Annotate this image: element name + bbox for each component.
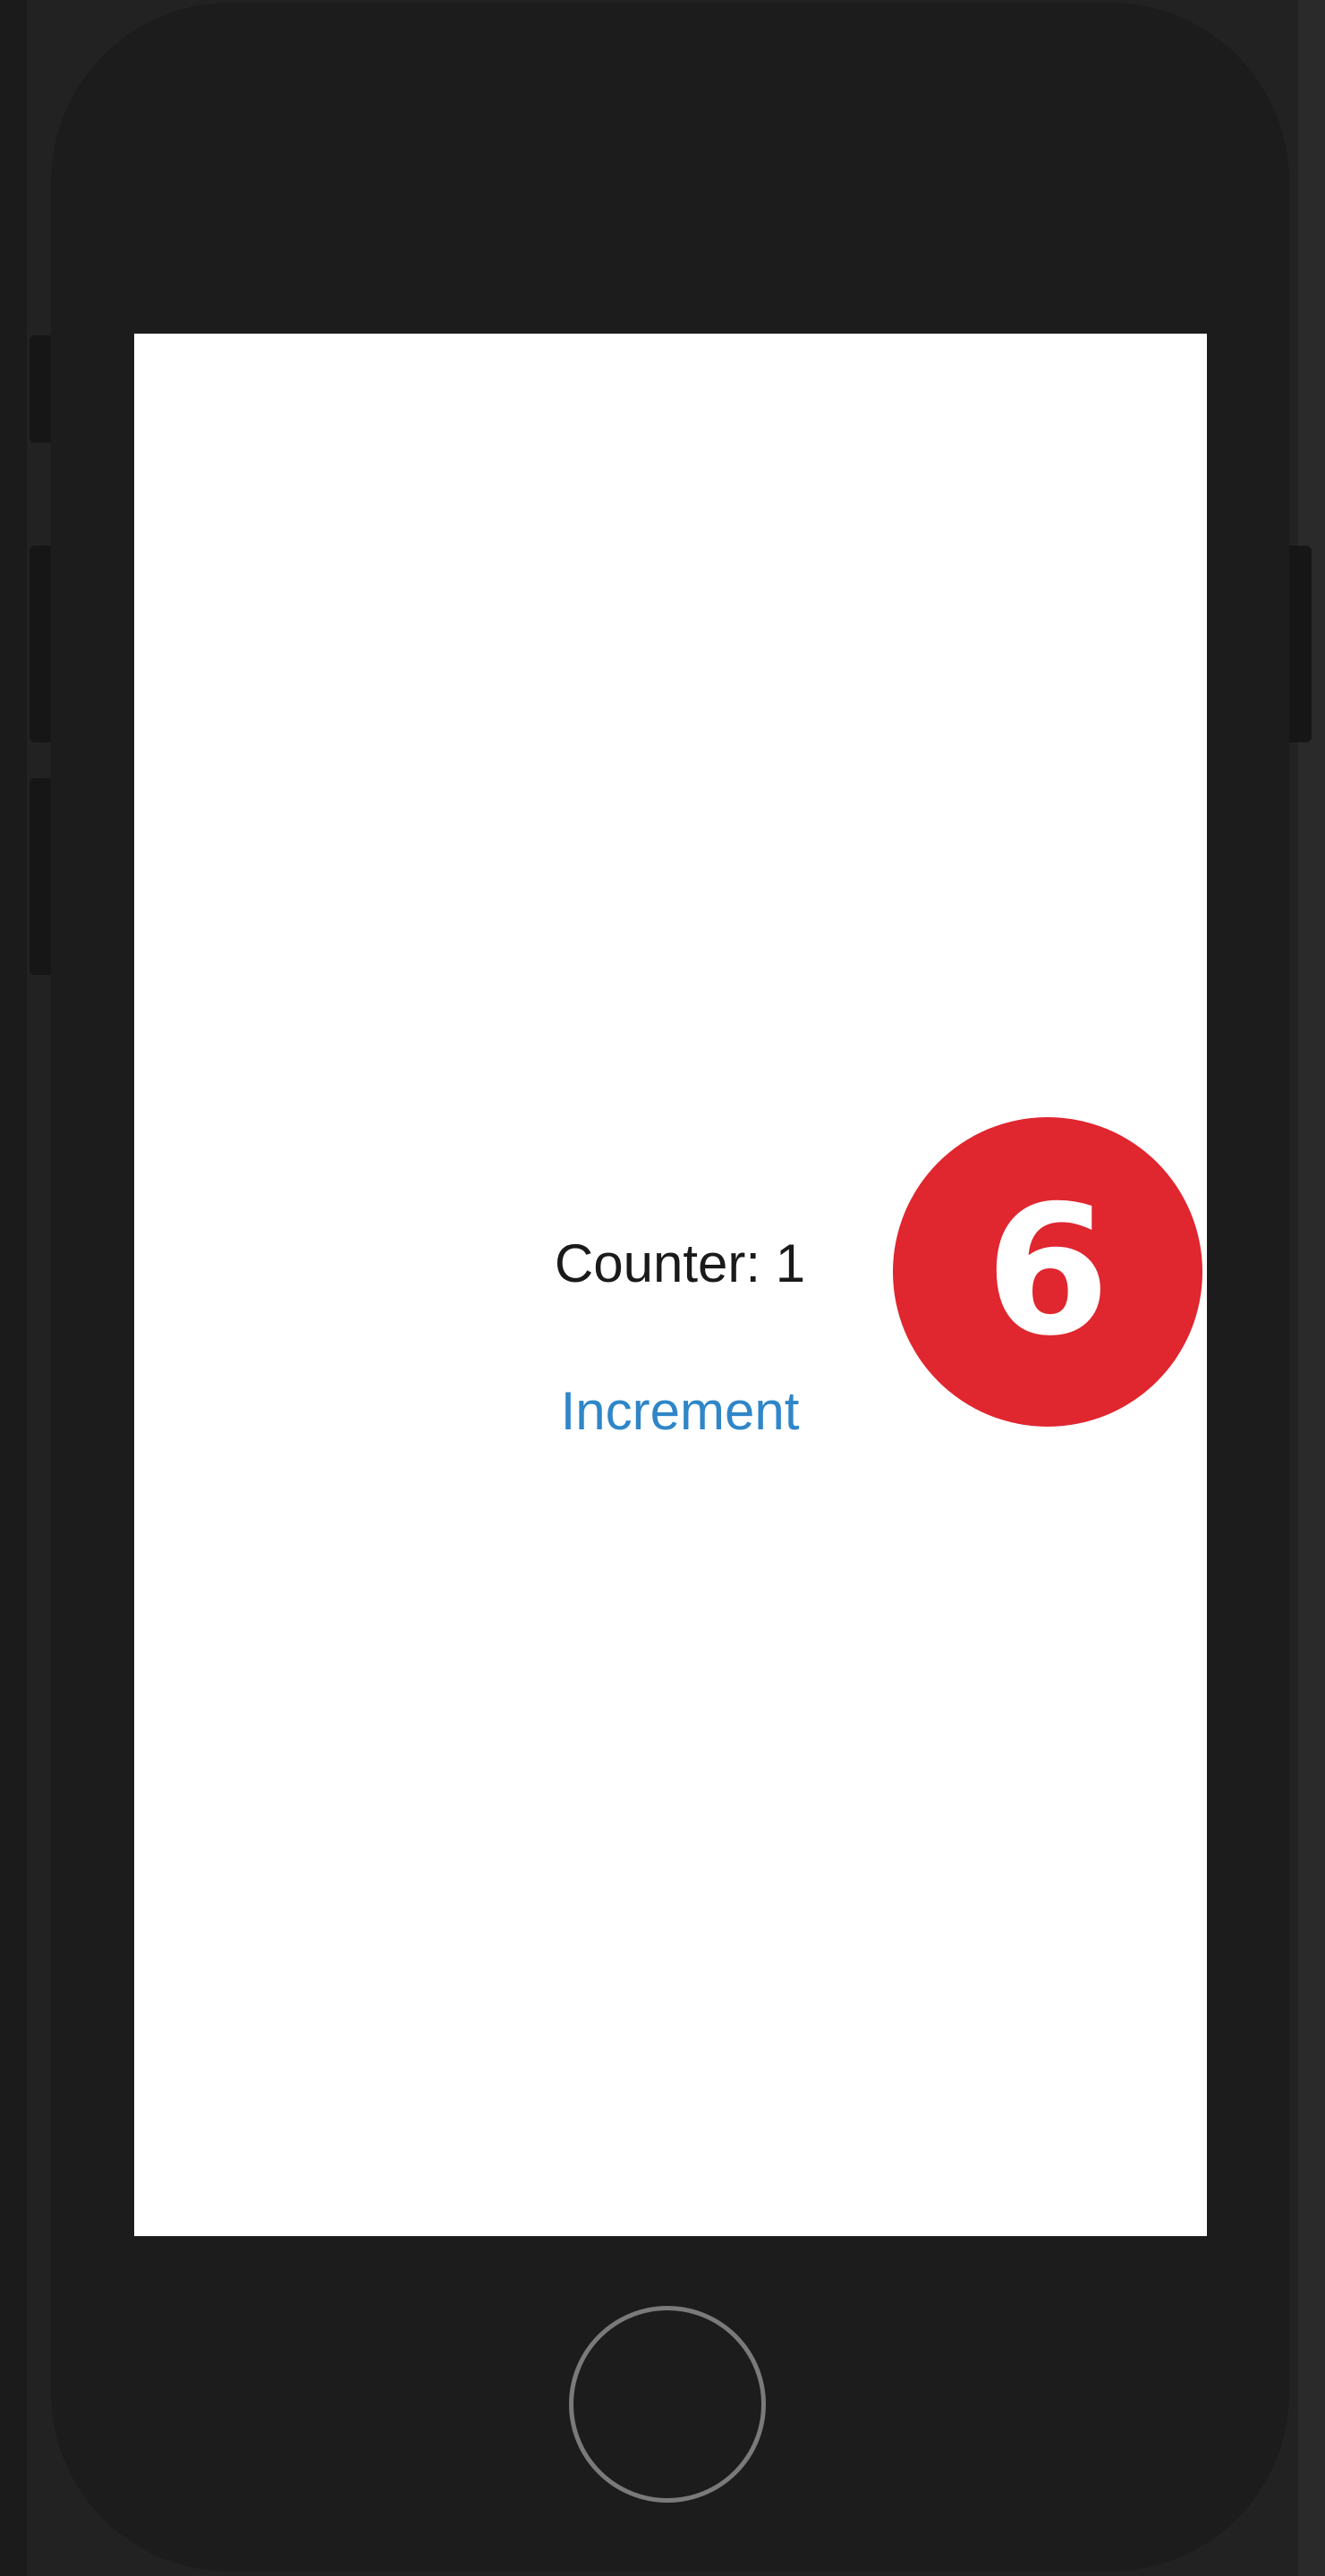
background-panel-left [0, 0, 27, 2576]
step-number-badge: 6 [893, 1117, 1202, 1427]
counter-label: Counter: 1 [554, 1233, 806, 1293]
home-button-icon[interactable] [569, 2306, 766, 2503]
simulator-canvas: Counter: 1 Increment 6 [0, 0, 1325, 2576]
increment-button[interactable]: Increment [537, 1371, 823, 1452]
background-panel-right [1298, 0, 1325, 2576]
